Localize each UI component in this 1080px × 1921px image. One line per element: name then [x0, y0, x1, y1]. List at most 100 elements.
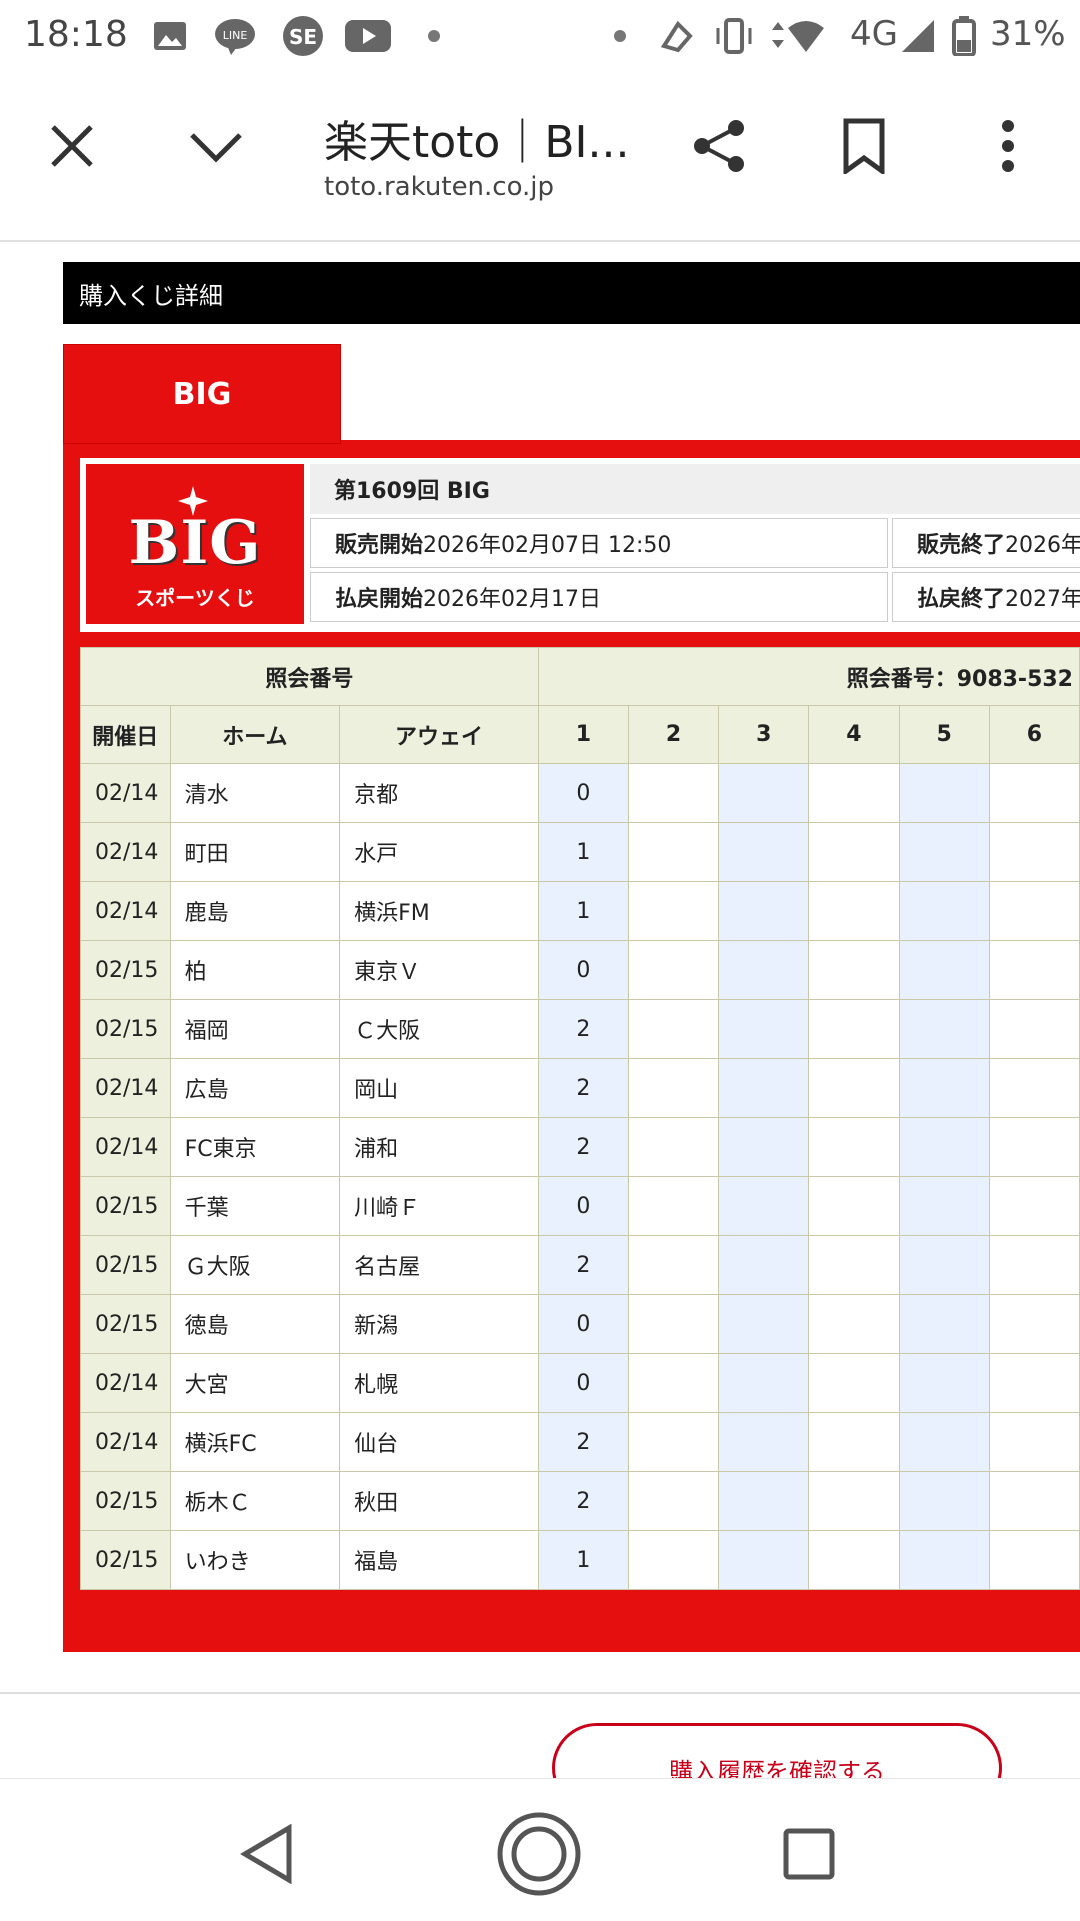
pick-col-3: [718, 1530, 810, 1590]
share-icon[interactable]: [688, 114, 752, 178]
payout-end-label: 払戻終了: [917, 587, 1006, 612]
away-team: 岡山: [339, 1058, 539, 1118]
home-icon[interactable]: [494, 1809, 584, 1899]
pick-col-5: [898, 822, 990, 882]
close-icon[interactable]: [40, 114, 104, 178]
match-date: 02/14: [80, 881, 171, 941]
match-date: 02/15: [80, 1235, 171, 1295]
ref-number: 照会番号：9083-532: [537, 647, 1080, 706]
table-row: 02/14 横浜FC 仙台 2: [80, 1412, 1080, 1472]
logo-subtext: スポーツくじ: [135, 586, 255, 610]
pick-col-3: [718, 1235, 810, 1295]
pick-col-1: 1: [537, 1530, 629, 1590]
more-options-icon[interactable]: [976, 114, 1040, 178]
home-team: 福岡: [169, 999, 341, 1059]
header-away: アウェイ: [339, 705, 539, 764]
pick-col-3: [718, 1117, 810, 1177]
pick-col-5: [898, 763, 990, 823]
away-team: 名古屋: [339, 1235, 539, 1295]
pick-col-4: [808, 1117, 900, 1177]
sale-start-label: 販売開始: [335, 533, 424, 558]
sports-app-icon: SE: [280, 14, 326, 58]
pick-col-4: [808, 1530, 900, 1590]
pick-col-6: [988, 1353, 1080, 1413]
svg-text:LINE: LINE: [223, 29, 248, 42]
away-team: 札幌: [339, 1353, 539, 1413]
pick-col-4: [808, 1471, 900, 1531]
away-team: 水戸: [339, 822, 539, 882]
pick-col-2: [627, 1471, 720, 1531]
away-team: 新潟: [339, 1294, 539, 1354]
pick-col-3: [718, 1412, 810, 1472]
home-team: Ｇ大阪: [169, 1235, 341, 1295]
away-team: 東京Ｖ: [339, 940, 539, 1000]
pick-col-1: 2: [537, 1117, 629, 1177]
pick-col-2: [627, 822, 720, 882]
chevron-down-icon[interactable]: [184, 114, 248, 178]
pick-col-6: [988, 881, 1080, 941]
pick-col-2: [627, 1412, 720, 1472]
status-dot-icon: [610, 14, 630, 58]
tab-big[interactable]: BIG: [63, 344, 341, 444]
back-icon[interactable]: [222, 1809, 312, 1899]
nfc-icon: [654, 14, 698, 58]
svg-text:SE: SE: [289, 25, 317, 49]
home-team: いわき: [169, 1530, 341, 1590]
line-app-icon: LINE: [212, 14, 258, 58]
pick-col-1: 0: [537, 1176, 629, 1236]
pick-col-6: [988, 1176, 1080, 1236]
pick-col-1: 2: [537, 1235, 629, 1295]
battery-icon: [950, 14, 978, 58]
header-col-6: 6: [988, 705, 1080, 764]
pick-col-6: [988, 1235, 1080, 1295]
table-row: 02/14 FC東京 浦和 2: [80, 1117, 1080, 1177]
bookmark-icon[interactable]: [832, 114, 896, 178]
pick-col-4: [808, 881, 900, 941]
page-title: 楽天toto｜BI...: [324, 117, 630, 168]
pick-col-3: [718, 940, 810, 1000]
section-title: 購入くじ詳細: [63, 262, 1080, 324]
pick-col-5: [898, 1176, 990, 1236]
pick-col-4: [808, 1176, 900, 1236]
pick-col-6: [988, 763, 1080, 823]
home-team: 栃木Ｃ: [169, 1471, 341, 1531]
match-date: 02/14: [80, 822, 171, 882]
sale-start: 販売開始 2026年02月07日 12:50: [310, 518, 888, 568]
pick-col-5: [898, 1117, 990, 1177]
pick-col-6: [988, 1530, 1080, 1590]
system-nav-bar: [0, 1778, 1080, 1921]
away-team: 浦和: [339, 1117, 539, 1177]
match-date: 02/15: [80, 999, 171, 1059]
pick-col-5: [898, 1471, 990, 1531]
pick-col-3: [718, 1471, 810, 1531]
home-team: 清水: [169, 763, 341, 823]
home-team: 柏: [169, 940, 341, 1000]
battery-percent: 31%: [990, 14, 1066, 54]
pick-col-3: [718, 1294, 810, 1354]
away-team: 秋田: [339, 1471, 539, 1531]
pick-col-3: [718, 1058, 810, 1118]
notification-dot-icon: [424, 14, 444, 58]
pick-col-2: [627, 1176, 720, 1236]
round-title: 第1609回 BIG: [310, 464, 1080, 514]
pick-col-2: [627, 881, 720, 941]
pick-col-4: [808, 822, 900, 882]
table-row: 02/14 大宮 札幌 0: [80, 1353, 1080, 1413]
header-home: ホーム: [169, 705, 341, 764]
pick-col-3: [718, 999, 810, 1059]
pick-col-6: [988, 1471, 1080, 1531]
pick-col-5: [898, 1530, 990, 1590]
page-content: 購入くじ詳細 BIG BIG スポーツくじ 第1609回 BIG 販売開始 20…: [0, 240, 1080, 1778]
pick-col-4: [808, 1353, 900, 1413]
pick-col-2: [627, 1294, 720, 1354]
recents-icon[interactable]: [764, 1809, 854, 1899]
pick-col-3: [718, 763, 810, 823]
pick-col-2: [627, 1530, 720, 1590]
away-team: Ｃ大阪: [339, 999, 539, 1059]
purchase-history-button[interactable]: 購入履歴を確認する: [552, 1723, 1002, 1778]
lottery-info: BIG スポーツくじ 第1609回 BIG 販売開始 2026年02月07日 1…: [80, 458, 1080, 632]
pick-col-2: [627, 1353, 720, 1413]
pick-col-5: [898, 999, 990, 1059]
pick-col-6: [988, 940, 1080, 1000]
sale-end: 販売終了 2026年(: [892, 518, 1080, 568]
